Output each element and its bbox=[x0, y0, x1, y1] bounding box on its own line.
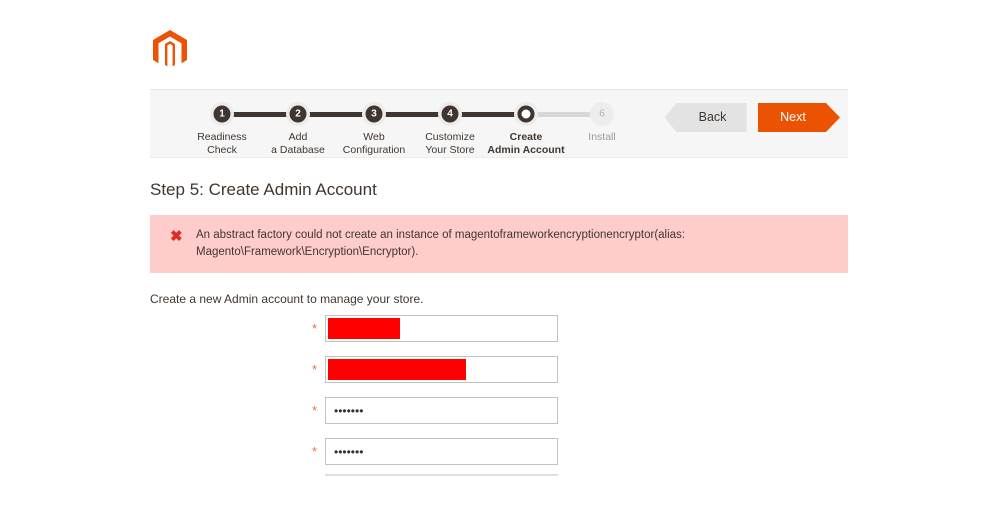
new-email-required-marker: * bbox=[312, 362, 318, 377]
step-6-label: Install bbox=[588, 131, 616, 143]
step-3-label: Web Configuration bbox=[342, 131, 406, 156]
step-4-label: Customize Your Store bbox=[425, 131, 475, 156]
error-message-text: An abstract factory could not create an … bbox=[196, 229, 685, 258]
confirm-password-input[interactable] bbox=[325, 438, 558, 465]
error-x-icon: ✖ bbox=[170, 228, 183, 245]
step-install[interactable]: 6 Install bbox=[560, 102, 644, 144]
next-button[interactable]: Next bbox=[758, 103, 840, 132]
step-4-number: 4 bbox=[441, 105, 459, 123]
installer-page: 1 Readiness Check 2 Add a Database 3 Web… bbox=[0, 0, 999, 531]
new-username-redaction bbox=[328, 318, 400, 339]
page-title: Step 5: Create Admin Account bbox=[150, 180, 377, 199]
step-create-admin-account[interactable]: 5 Create Admin Account bbox=[484, 102, 568, 157]
installer-stepper-bar: 1 Readiness Check 2 Add a Database 3 Web… bbox=[150, 89, 848, 158]
step-2-number: 2 bbox=[289, 105, 307, 123]
form-section-divider bbox=[325, 474, 558, 476]
field-row-new-username: New Username * bbox=[150, 315, 850, 355]
new-email-redaction bbox=[328, 359, 466, 380]
wizard-navigation: Back Next bbox=[664, 103, 840, 132]
step-add-a-database[interactable]: 2 Add a Database bbox=[256, 102, 340, 157]
admin-account-form: New Username * New Email * New Password … bbox=[150, 315, 850, 479]
step-4-marker: 4 bbox=[438, 102, 462, 126]
field-row-new-password: New Password * bbox=[150, 397, 850, 437]
confirm-password-required-marker: * bbox=[312, 444, 318, 459]
magento-logo bbox=[150, 29, 190, 71]
step-1-number: 1 bbox=[213, 105, 231, 123]
step-1-label: Readiness Check bbox=[197, 131, 247, 156]
form-intro-text: Create a new Admin account to manage you… bbox=[150, 292, 424, 306]
new-password-input[interactable] bbox=[325, 397, 558, 424]
step-6-marker: 6 bbox=[590, 102, 614, 126]
field-row-new-email: New Email * bbox=[150, 356, 850, 396]
step-5-label: Create Admin Account bbox=[487, 131, 565, 156]
step-web-configuration[interactable]: 3 Web Configuration bbox=[332, 102, 416, 157]
step-2-marker: 2 bbox=[286, 102, 310, 126]
error-message: ✖ An abstract factory could not create a… bbox=[150, 215, 848, 273]
step-readiness-check[interactable]: 1 Readiness Check bbox=[180, 102, 264, 157]
field-row-confirm-password: Confirm Password * bbox=[150, 438, 850, 478]
step-3-marker: 3 bbox=[362, 102, 386, 126]
step-5-marker: 5 bbox=[514, 102, 538, 126]
step-3-number: 3 bbox=[365, 105, 383, 123]
step-5-number: 5 bbox=[517, 105, 535, 123]
step-1-marker: 1 bbox=[210, 102, 234, 126]
new-username-required-marker: * bbox=[312, 321, 318, 336]
step-customize-your-store[interactable]: 4 Customize Your Store bbox=[408, 102, 492, 157]
stepper: 1 Readiness Check 2 Add a Database 3 Web… bbox=[180, 102, 616, 157]
step-2-label: Add a Database bbox=[271, 131, 325, 156]
step-6-number: 6 bbox=[593, 105, 611, 123]
new-password-required-marker: * bbox=[312, 403, 318, 418]
back-button[interactable]: Back bbox=[664, 103, 747, 132]
